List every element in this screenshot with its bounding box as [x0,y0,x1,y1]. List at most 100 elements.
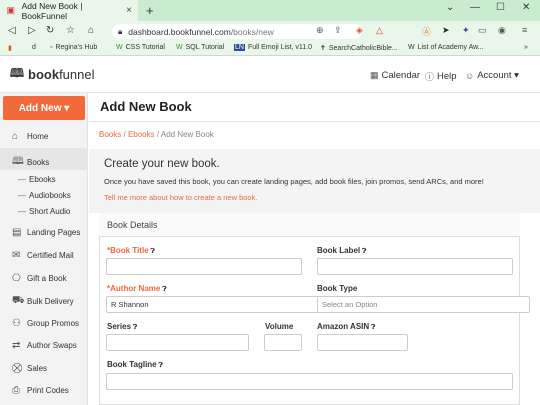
w-icon: W [116,44,123,51]
sidebar-subitem-label: Ebooks [29,175,56,184]
sidebar-item-group-promos[interactable]: ⚇ Group Promos [12,318,79,329]
book-title-input[interactable] [106,258,302,275]
help-icon: ⓘ [425,72,435,82]
forward-icon[interactable]: ▷ [28,25,36,36]
bookmarks-more-icon[interactable]: » [524,44,528,51]
tab-list-icon[interactable]: ⌄ [446,2,454,13]
book-type-label: Book Type [317,284,358,293]
sidebar-item-certified-mail[interactable]: ✉ Certified Mail [12,250,74,261]
bookmark-sql-tutorial[interactable]: W SQL Tutorial [176,44,224,51]
help-icon[interactable]: ❓︎ [133,324,137,331]
sidebar-subitem-audiobooks[interactable]: — Audiobooks [18,191,71,200]
calendar-icon: ▦ [370,70,379,80]
bookmark-label: Regina's Hub [55,44,98,51]
logo-icon: 🕮︎ [9,65,25,80]
bookmark-label: CSS Tutorial [125,44,165,51]
orange-app-icon: ▮ [8,45,12,52]
bookfunnel-favicon-icon: ▣ [6,5,16,15]
help-icon[interactable]: ❓︎ [151,248,155,255]
reload-icon[interactable]: ↻ [46,25,54,36]
breadcrumb-books[interactable]: Books [99,130,121,139]
series-label-text: Series [107,322,132,331]
tagline-label-text: Book Tagline [107,360,157,369]
sidebar-item-label: Bulk Delivery [27,297,74,306]
bookmark-app[interactable]: ▮ [8,44,15,52]
brave-shield-icon[interactable]: ◈ [356,25,363,36]
account-menu[interactable]: ☺ Account ▾ [465,70,519,81]
help-icon[interactable]: ❓︎ [362,248,366,255]
sidebar-item-author-swaps[interactable]: ⇄ Author Swaps [12,340,77,351]
sidebar-item-label: Certified Mail [27,251,74,260]
browser-tab[interactable]: ▣ Add New Book | BookFunnel × [0,0,138,21]
extension-puzzle-icon[interactable]: ✦ [462,25,470,36]
minimize-button[interactable]: — [470,2,480,13]
sidebar-item-home[interactable]: ⌂ Home [12,131,48,142]
bookmark-reginas-hub[interactable]: ▫ Regina's Hub [50,44,97,51]
series-input[interactable] [106,334,249,351]
sidebar-subitem-short-audio[interactable]: — Short Audio [18,207,70,216]
bookmark-catholic-bible[interactable]: ✝ SearchCatholicBible... [320,44,398,53]
add-new-button[interactable]: Add New ▾ [3,96,85,120]
logo-bold: book [28,66,60,82]
w-icon: W [408,44,415,51]
browser-tab-bar: ▣ Add New Book | BookFunnel × + ⌄ — ☐ ✕ [0,0,540,21]
address-bar[interactable]: 🔒︎ dashboard.bookfunnel.com/books/new [112,24,362,39]
cart-icon: ⛒ [12,363,23,374]
author-name-label-text: *Author Name [107,284,161,293]
menu-icon[interactable]: ≡ [522,25,527,35]
asin-input[interactable] [317,334,408,351]
rewards-triangle-icon[interactable]: △ [376,25,383,36]
bookmark-star-icon[interactable]: ☆ [66,25,75,36]
help-icon[interactable]: ❓︎ [159,362,163,369]
page-title: Add New Book [100,99,192,114]
sidebar-item-books[interactable]: 🕮︎ Books [12,154,49,171]
volume-input[interactable] [264,334,302,351]
book-title-label: *Book Title ❓︎ [107,246,155,256]
sidebar-item-label: Author Swaps [27,341,77,350]
bookfunnel-logo[interactable]: 🕮︎ book funnel [9,65,95,82]
app-header: 🕮︎ book funnel ▦ Calendar ⓘ Help ☺ Account ▾ [0,57,540,93]
bookmark-d[interactable]: d [32,44,36,51]
book-type-select[interactable]: Select an Option [317,296,530,313]
share-icon[interactable]: ⇪ [334,25,342,36]
book-label-label-text: Book Label [317,246,361,255]
new-tab-button[interactable]: + [146,3,154,18]
home-browser-icon[interactable]: ⌂ [88,25,94,36]
tab-close-icon[interactable]: × [126,5,132,16]
ln-icon: LN [234,44,245,51]
bookmark-emoji-list[interactable]: LN Full Emoji List, v11.0 [234,44,312,51]
extension-a-icon[interactable]: Ⓐ [422,25,431,38]
book-label-input[interactable] [317,258,513,275]
intro-help-link[interactable]: Tell me more about how to create a new b… [104,193,257,202]
document-icon: ▤ [12,227,22,238]
help-icon[interactable]: ❓︎ [371,324,375,331]
close-window-button[interactable]: ✕ [522,2,530,13]
bookmark-academy[interactable]: W List of Academy Aw... [408,44,484,51]
bookmark-css-tutorial[interactable]: W CSS Tutorial [116,44,165,51]
breadcrumb-ebooks[interactable]: Ebooks [128,130,155,139]
profile-icon[interactable]: ◉ [498,25,506,36]
help-link[interactable]: ⓘ Help [425,70,457,83]
sidebar-item-bulk-delivery[interactable]: ⛟ Bulk Delivery [12,295,74,308]
sidebar-item-sales[interactable]: ⛒ Sales [12,363,47,374]
bookmark-icon: ▫ [50,44,53,51]
calendar-link[interactable]: ▦ Calendar [370,70,420,81]
extension-arrow-icon[interactable]: ➤ [442,25,450,36]
url-path: /books/new [230,26,274,37]
sidebar-item-gift-a-book[interactable]: ⎔ Gift a Book [12,273,67,284]
sidebar-item-landing-pages[interactable]: ▤ Landing Pages [12,227,80,238]
sidebar-item-print-codes[interactable]: ⎙ Print Codes [12,385,69,396]
breadcrumb: Books / Ebooks / Add New Book [99,130,214,139]
help-icon[interactable]: ❓︎ [162,286,166,293]
sidebar-toggle-icon[interactable]: ▭ [478,25,487,36]
intro-text: Once you have saved this book, you can c… [104,177,484,186]
sidebar-subitem-ebooks[interactable]: — Ebooks [18,175,56,184]
lock-icon: 🔒︎ [118,26,123,36]
back-icon[interactable]: ◁ [8,25,16,36]
maximize-button[interactable]: ☐ [496,2,505,13]
zoom-icon[interactable]: ⊕ [316,25,324,36]
sidebar-subitem-label: Audiobooks [29,191,71,200]
author-name-field[interactable]: R Shannon [106,296,320,313]
tagline-input[interactable] [106,373,513,390]
sidebar-item-label: Home [27,132,49,141]
